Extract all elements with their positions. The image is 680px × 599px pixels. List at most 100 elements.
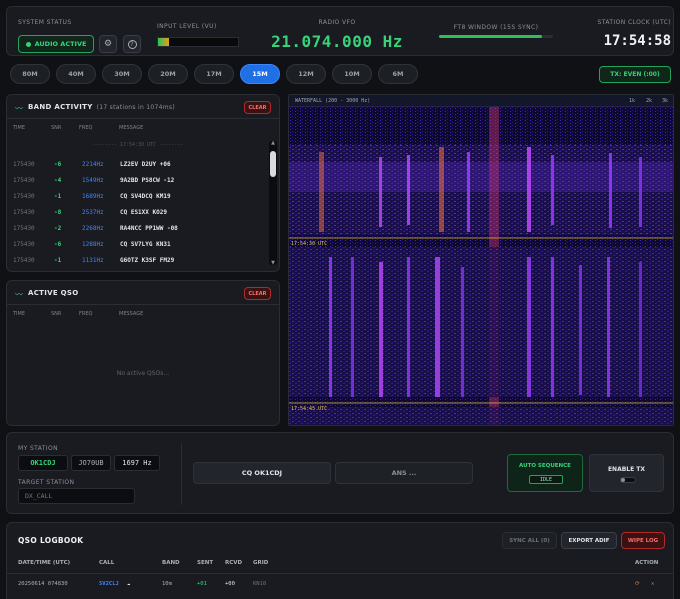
row-freq: 2214Hz xyxy=(82,161,104,168)
enable-tx-button[interactable]: ENABLE TX xyxy=(589,454,664,492)
row-freq: 1689Hz xyxy=(82,193,104,200)
system-status-label: SYSTEM STATUS xyxy=(18,19,72,26)
column-freq: FREQ xyxy=(79,125,93,131)
activity-row[interactable]: 175430 -6 2214Hz LZ2EV D2UY +06 xyxy=(7,157,269,173)
row-message: 9A2BD PS8CW -12 xyxy=(120,177,175,184)
my-locator-field[interactable]: JO70UB xyxy=(71,455,111,471)
row-message: LZ2EV D2UY +06 xyxy=(120,161,171,168)
vfo-label: RADIO VFO xyxy=(318,19,356,26)
auto-sequence-button[interactable]: AUTO SEQUENCE IDLE xyxy=(507,454,583,492)
station-controls-panel: MY STATION OK1CDJ JO70UB 1697 Hz TARGET … xyxy=(6,432,674,514)
row-message: CQ ES1XX KO29 xyxy=(120,209,167,216)
target-station-input[interactable] xyxy=(18,488,135,504)
export-adif-button[interactable]: EXPORT ADIF xyxy=(561,532,617,549)
scroll-down-icon[interactable]: ▼ xyxy=(269,260,277,266)
ft8-window-progress xyxy=(439,35,553,38)
row-message: CQ SV7LYG KN31 xyxy=(120,241,171,248)
divider xyxy=(181,443,182,505)
band-button-20m[interactable]: 20M xyxy=(148,64,188,84)
cloud-upload-icon[interactable]: ☁ xyxy=(127,581,130,587)
row-time: 175430 xyxy=(13,225,35,232)
delete-icon[interactable]: ✕ xyxy=(651,581,654,587)
enable-tx-toggle[interactable] xyxy=(620,477,636,483)
clear-qso-button[interactable]: CLEAR xyxy=(244,287,271,300)
activity-scrollbar[interactable]: ▲ ▼ xyxy=(269,140,277,266)
row-time: 175430 xyxy=(13,161,35,168)
waterfall-display[interactable]: WATERFALL (200 - 3000 Hz) 1k 2k 3k 17:54… xyxy=(288,94,674,426)
activity-row[interactable]: 175430 -6 1288Hz CQ SV7LYG KN31 xyxy=(7,237,269,253)
status-dot-icon xyxy=(25,41,31,47)
pulse-icon: 〰 xyxy=(15,290,23,299)
row-time: 175430 xyxy=(13,193,35,200)
band-button-17m[interactable]: 17M xyxy=(194,64,234,84)
audio-active-button[interactable]: AUDIO ACTIVE xyxy=(18,35,94,53)
band-button-12m[interactable]: 12M xyxy=(286,64,326,84)
column-sent: SENT xyxy=(197,560,214,566)
activity-row[interactable]: 175430 -4 1549Hz 9A2BD PS8CW -12 xyxy=(7,173,269,189)
settings-button[interactable]: ⚙ xyxy=(99,35,117,53)
scroll-up-icon[interactable]: ▲ xyxy=(269,140,277,146)
column-time: TIME xyxy=(13,125,26,131)
station-clock-label: STATION CLOCK (UTC) xyxy=(597,19,671,26)
band-button-80m[interactable]: 80M xyxy=(10,64,50,84)
column-freq: FREQ xyxy=(79,311,93,317)
tx-frequency-field[interactable]: 1697 Hz xyxy=(114,455,160,471)
auto-sequence-state: IDLE xyxy=(529,475,563,484)
vfo-frequency[interactable]: 21.074.000 Hz xyxy=(267,32,407,51)
row-time: 175430 xyxy=(13,257,35,264)
row-freq: 1288Hz xyxy=(82,241,104,248)
activity-row[interactable]: 175430 -1 1131Hz G6OTZ K3SF FM29 xyxy=(7,253,269,269)
band-activity-panel: 〰 BAND ACTIVITY (17 stations in 1074ms) C… xyxy=(6,94,280,272)
log-call[interactable]: SV2CLJ xyxy=(99,581,119,587)
enable-tx-label: ENABLE TX xyxy=(607,466,646,473)
sync-all-button[interactable]: SYNC ALL (0) xyxy=(502,532,557,549)
activity-row[interactable]: 175430 -8 2537Hz CQ ES1XX KO29 xyxy=(7,205,269,221)
column-time: TIME xyxy=(13,311,26,317)
tx-slot-badge[interactable]: TX: EVEN (:00) xyxy=(599,66,671,83)
activity-column-headers: TIME SNR FREQ MESSAGE xyxy=(7,125,279,133)
waterfall-time-marker: 17:54:45 UTC xyxy=(291,406,328,412)
activity-row[interactable]: 175430 -2 2268Hz RA4NCC PP1WW -08 xyxy=(7,221,269,237)
answer-button[interactable]: ANS ... xyxy=(335,462,473,484)
band-button-15m[interactable]: 15M xyxy=(240,64,280,84)
sync-icon[interactable]: ⟳ xyxy=(635,581,640,587)
row-message: CQ SV4DCQ KM19 xyxy=(120,193,171,200)
column-message: MESSAGE xyxy=(119,311,144,317)
column-band: BAND xyxy=(162,560,180,566)
activity-row[interactable]: 175430 -1 1689Hz CQ SV4DCQ KM19 xyxy=(7,189,269,205)
column-message: MESSAGE xyxy=(119,125,144,131)
column-call: CALL xyxy=(99,560,115,566)
my-callsign-field[interactable]: OK1CDJ xyxy=(18,455,68,471)
row-snr: -8 xyxy=(54,209,62,216)
band-button-6m[interactable]: 6M xyxy=(378,64,418,84)
station-clock: 17:54:58 xyxy=(603,33,671,49)
column-datetime: DATE/TIME (UTC) xyxy=(18,560,71,566)
log-sent: +01 xyxy=(197,581,207,587)
band-activity-subtitle: (17 stations in 1074ms) xyxy=(96,104,175,111)
waterfall-header: WATERFALL (200 - 3000 Hz) 1k 2k 3k xyxy=(289,95,673,107)
band-button-30m[interactable]: 30M xyxy=(102,64,142,84)
activity-list: -------- 17:54:30 UTC -------- 175430 -6 2… xyxy=(7,135,269,269)
scroll-thumb[interactable] xyxy=(270,151,276,177)
waterfall-tick: 3k xyxy=(662,98,669,104)
active-qso-title: ACTIVE QSO xyxy=(28,289,79,297)
row-freq: 2537Hz xyxy=(82,209,104,216)
toggle-knob xyxy=(621,478,625,482)
vu-meter xyxy=(157,37,239,47)
logbook-row: 20250614 074830 SV2CLJ ☁ 10m +01 +00 KN1… xyxy=(7,573,673,593)
column-action: ACTION xyxy=(635,560,659,566)
column-snr: SNR xyxy=(51,125,62,131)
row-snr: -6 xyxy=(54,161,62,168)
band-button-10m[interactable]: 10M xyxy=(332,64,372,84)
help-button[interactable]: ? xyxy=(123,35,141,53)
log-band: 10m xyxy=(162,581,172,587)
qso-column-headers: TIME SNR FREQ MESSAGE xyxy=(7,311,279,319)
wipe-log-button[interactable]: WIPE LOG xyxy=(621,532,665,549)
audio-active-label: AUDIO ACTIVE xyxy=(34,40,87,48)
row-freq: 2268Hz xyxy=(82,225,104,232)
waterfall-time-marker: 17:54:30 UTC xyxy=(291,241,328,247)
band-button-40m[interactable]: 40M xyxy=(56,64,96,84)
cq-button[interactable]: CQ OK1CDJ xyxy=(193,462,331,484)
column-grid: GRID xyxy=(253,560,269,566)
clear-activity-button[interactable]: CLEAR xyxy=(244,101,271,114)
